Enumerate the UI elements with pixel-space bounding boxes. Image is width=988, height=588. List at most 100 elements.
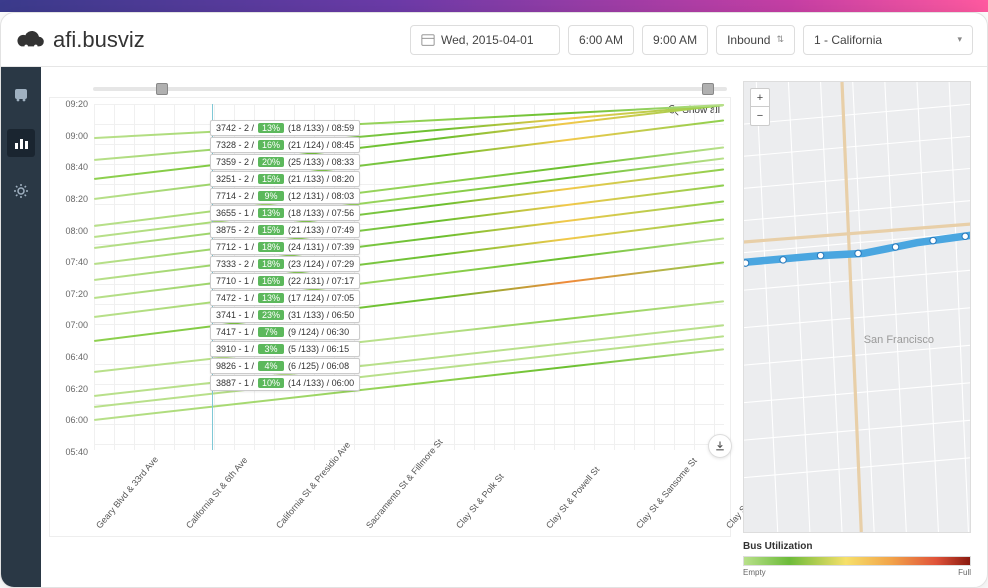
trip-tooltip[interactable]: 9826 - 1 /4%(6 /125) / 06:08: [210, 358, 360, 374]
cloud-bus-icon: [15, 28, 47, 52]
trip-tooltip[interactable]: 7333 - 2 /18%(23 /124) / 07:29: [210, 256, 360, 272]
time-start-picker[interactable]: 6:00 AM: [568, 25, 634, 55]
tooltip-pct-badge: 23%: [258, 310, 284, 320]
tooltip-pct-badge: 18%: [258, 242, 284, 252]
slider-handle-start[interactable]: [156, 83, 168, 95]
trip-tooltip[interactable]: 3910 - 1 /3%(5 /133) / 06:15: [210, 341, 360, 357]
y-tick: 08:20: [65, 194, 88, 204]
trip-line[interactable]: [94, 200, 724, 281]
sidebar-item-settings[interactable]: [7, 177, 35, 205]
tooltip-stack: 3742 - 2 /13%(18 /133) / 08:597328 - 2 /…: [210, 120, 360, 391]
trip-tooltip[interactable]: 7328 - 2 / 16% (21 /124) / 08:45: [210, 137, 360, 153]
tooltip-pct-badge: 16%: [258, 140, 284, 150]
window-accent-bar: [0, 0, 988, 12]
map-city-label: San Francisco: [864, 334, 934, 346]
zoom-in-button[interactable]: +: [751, 89, 769, 107]
download-button[interactable]: [708, 434, 732, 458]
tooltip-vehicle: 7333 - 2 /: [216, 259, 254, 269]
app-window: afi.busviz Wed, 2015-04-01 6:00 AM 9:00 …: [0, 12, 988, 588]
utilization-legend: Bus Utilization Empty Full: [743, 541, 971, 577]
x-tick: Sacramento St & Fillmore St: [364, 437, 445, 530]
tooltip-vehicle: 7712 - 1 /: [216, 242, 254, 252]
trip-line[interactable]: [94, 104, 724, 139]
tooltip-detail: (25 /133) / 08:33: [288, 157, 354, 167]
tooltip-detail: (22 /131) / 07:17: [288, 276, 354, 286]
y-tick: 05:40: [65, 447, 88, 457]
chart-grid: [94, 104, 724, 450]
x-tick: Clay St & Sansome St: [634, 456, 699, 531]
trip-tooltip[interactable]: 3655 - 1 / 13% (18 /133) / 07:56: [210, 205, 360, 221]
tooltip-detail: (23 /124) / 07:29: [288, 259, 354, 269]
time-end-picker[interactable]: 9:00 AM: [642, 25, 708, 55]
direction-value: Inbound: [727, 33, 770, 47]
route-map[interactable]: San Francisco + −: [743, 81, 971, 533]
trip-line[interactable]: [94, 335, 724, 408]
date-picker[interactable]: Wed, 2015-04-01: [410, 25, 560, 55]
brand-logo: afi.busviz: [15, 27, 145, 53]
trip-tooltip[interactable]: 7714 - 2 /9%(12 /131) / 08:03: [210, 188, 360, 204]
tooltip-vehicle: 7328 - 2 /: [216, 140, 254, 150]
bus-icon: [13, 87, 29, 103]
legend-title: Bus Utilization: [743, 541, 971, 552]
tooltip-detail: (14 /133) / 06:00: [288, 378, 354, 388]
trip-tooltip[interactable]: 3875 - 2 /15%(21 /133) / 07:49: [210, 222, 360, 238]
brand-text: afi.busviz: [53, 27, 145, 53]
trip-tooltip[interactable]: 3741 - 1 /23%(31 /133) / 06:50: [210, 307, 360, 323]
trip-line[interactable]: [94, 219, 724, 300]
trip-line[interactable]: [94, 168, 724, 249]
map-tiles: [744, 82, 970, 532]
zoom-out-button[interactable]: −: [751, 107, 769, 125]
x-tick: Geary Blvd & 33rd Ave: [94, 454, 160, 530]
tooltip-vehicle: 9826 - 1 /: [216, 361, 254, 371]
tooltip-pct-badge: 13%: [258, 293, 284, 303]
sidebar-item-bus[interactable]: [7, 81, 35, 109]
tooltip-detail: (18 /133) / 08:59: [288, 123, 354, 133]
trip-tooltip[interactable]: 7359 - 2 /20%(25 /133) / 08:33: [210, 154, 360, 170]
trip-tooltip[interactable]: 3251 - 2 /15%(21 /133) / 08:20: [210, 171, 360, 187]
slider-track: [93, 87, 727, 91]
trip-line[interactable]: [94, 261, 724, 342]
tooltip-vehicle: 3251 - 2 /: [216, 174, 254, 184]
tooltip-detail: (5 /133) / 06:15: [288, 344, 349, 354]
main-layout: Show all 09:2009:0008:4008:2008:0007:400…: [1, 67, 987, 587]
slider-handle-end[interactable]: [702, 83, 714, 95]
tooltip-detail: (21 /124) / 08:45: [288, 140, 354, 150]
trip-line[interactable]: [94, 238, 724, 319]
trip-tooltip[interactable]: 7712 - 1 / 18% (24 /131) / 07:39: [210, 239, 360, 255]
tooltip-detail: (18 /133) / 07:56: [288, 208, 354, 218]
trip-line[interactable]: [94, 301, 724, 374]
sidebar-item-chart[interactable]: [7, 129, 35, 157]
tooltip-detail: (31 /133) / 06:50: [288, 310, 354, 320]
tooltip-vehicle: 7710 - 1 /: [216, 276, 254, 286]
map-column: San Francisco + − Bus Utilization Empty …: [743, 81, 971, 577]
x-tick: California St & Presidio Ave: [274, 440, 352, 531]
trip-tooltip[interactable]: 7472 - 1 / 13% (17 /124) / 07:05: [210, 290, 360, 306]
tooltip-pct-badge: 10%: [258, 378, 284, 388]
tooltip-vehicle: 7472 - 1 /: [216, 293, 254, 303]
tooltip-vehicle: 3910 - 1 /: [216, 344, 254, 354]
legend-high: Full: [958, 568, 971, 577]
y-tick: 08:00: [65, 226, 88, 236]
y-tick: 06:00: [65, 415, 88, 425]
legend-low: Empty: [743, 568, 766, 577]
tooltip-vehicle: 3655 - 1 /: [216, 208, 254, 218]
tooltip-pct-badge: 15%: [258, 174, 284, 184]
direction-select[interactable]: Inbound⇅: [716, 25, 795, 55]
map-zoom-control: + −: [750, 88, 770, 126]
route-select[interactable]: 1 - California▾: [803, 25, 973, 55]
tooltip-pct-badge: 13%: [258, 208, 284, 218]
tooltip-detail: (17 /124) / 07:05: [288, 293, 354, 303]
time-end-value: 9:00 AM: [653, 33, 697, 47]
date-value: Wed, 2015-04-01: [441, 33, 534, 47]
trip-tooltip[interactable]: 3887 - 1 /10%(14 /133) / 06:00: [210, 375, 360, 391]
tooltip-pct-badge: 7%: [258, 327, 284, 337]
tooltip-detail: (21 /133) / 07:49: [288, 225, 354, 235]
trip-tooltip[interactable]: 7417 - 1 /7%(9 /124) / 06:30: [210, 324, 360, 340]
time-range-slider[interactable]: [49, 81, 731, 97]
tooltip-pct-badge: 4%: [258, 361, 284, 371]
trip-tooltip[interactable]: 7710 - 1 /16%(22 /131) / 07:17: [210, 273, 360, 289]
y-axis: 09:2009:0008:4008:2008:0007:4007:2007:00…: [50, 104, 92, 450]
tooltip-detail: (24 /131) / 07:39: [288, 242, 354, 252]
tooltip-detail: (9 /124) / 06:30: [288, 327, 349, 337]
trip-tooltip[interactable]: 3742 - 2 /13%(18 /133) / 08:59: [210, 120, 360, 136]
